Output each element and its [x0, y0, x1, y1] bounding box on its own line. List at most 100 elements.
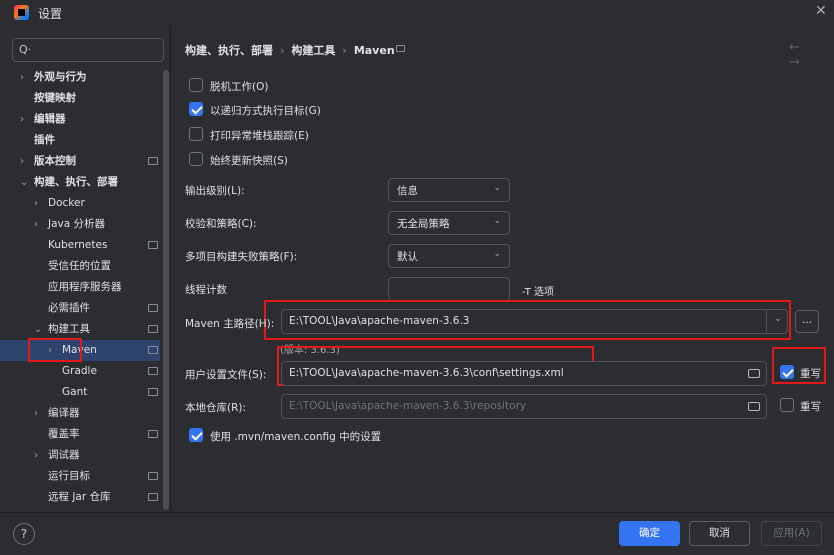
chevron-down-icon: ⌄ — [493, 183, 501, 193]
sidebar-item[interactable]: › Java 分析器 — [0, 214, 160, 235]
sidebar-item[interactable]: 按键映射 — [0, 88, 160, 109]
sidebar-item-label: 按键映射 — [34, 92, 76, 104]
sidebar-item-label: 编辑器 — [34, 113, 66, 125]
sidebar-item-label: 运行目标 — [48, 470, 90, 482]
sidebar-scrollbar[interactable] — [163, 70, 169, 510]
sidebar-item-label: 覆盖率 — [48, 428, 80, 440]
chevron-right-icon[interactable]: › — [20, 109, 24, 130]
local-repo-value: E:\TOOL\Java\apache-maven-3.6.3\reposito… — [289, 400, 527, 412]
search-input[interactable]: Q· — [12, 38, 164, 62]
offline-checkbox[interactable] — [189, 78, 203, 92]
maven-home-combobox[interactable]: E:\TOOL\Java\apache-maven-3.6.3 ⌄ — [281, 309, 788, 334]
breadcrumb-separator: › — [280, 44, 285, 57]
sidebar-item[interactable]: 运行目标 — [0, 466, 160, 487]
chevron-down-icon[interactable]: ⌄ — [774, 314, 782, 324]
sidebar-item[interactable]: 远程 Jar 仓库 — [0, 487, 160, 508]
ok-button[interactable]: 确定 — [619, 521, 680, 546]
sidebar-item[interactable]: Kubernetes — [0, 235, 160, 256]
stacktrace-checkbox[interactable] — [189, 127, 203, 141]
sidebar-item[interactable]: Gradle — [0, 361, 160, 382]
project-scope-icon — [148, 388, 158, 396]
sidebar-item-label: 构建、执行、部署 — [34, 176, 118, 188]
sidebar-item-label: Gant — [62, 386, 88, 398]
sidebar-item-label: 远程 Jar 仓库 — [48, 491, 111, 503]
sidebar-item[interactable]: › Docker — [0, 193, 160, 214]
thread-count-input[interactable] — [388, 277, 510, 301]
project-scope-icon — [148, 430, 158, 438]
sidebar-item[interactable]: › 版本控制 — [0, 151, 160, 172]
chevron-right-icon[interactable]: › — [34, 445, 38, 466]
sidebar-item[interactable]: ⌄ 构建工具 — [0, 319, 160, 340]
title-bar: 设置 ✕ — [0, 0, 834, 26]
failure-policy-dropdown[interactable]: 默认 ⌄ — [388, 244, 510, 268]
stacktrace-label: 打印异常堆栈跟踪(E) — [210, 130, 309, 142]
checksum-dropdown[interactable]: 无全局策略 ⌄ — [388, 211, 510, 235]
sidebar-item-label: 应用程序服务器 — [48, 281, 122, 293]
user-settings-override-label: 重写 — [800, 368, 821, 380]
output-level-value: 信息 — [397, 185, 418, 197]
sidebar-item[interactable]: › 外观与行为 — [0, 67, 160, 88]
chevron-down-icon[interactable]: ⌄ — [34, 319, 42, 340]
sidebar-item-label: Kubernetes — [48, 239, 108, 251]
breadcrumb: 构建、执行、部署 › 构建工具 › Maven — [185, 42, 395, 58]
chevron-down-icon[interactable]: ⌄ — [20, 172, 28, 193]
chevron-right-icon[interactable]: › — [20, 151, 24, 172]
recursive-label: 以递归方式执行目标(G) — [210, 105, 321, 117]
sidebar-item[interactable]: 必需插件 — [0, 298, 160, 319]
chevron-right-icon[interactable]: › — [20, 67, 24, 88]
use-maven-config-checkbox[interactable] — [189, 428, 203, 442]
chevron-right-icon[interactable]: › — [34, 403, 38, 424]
breadcrumb-separator: › — [342, 44, 347, 57]
chevron-right-icon[interactable]: › — [34, 214, 38, 235]
browse-maven-home-button[interactable]: ... — [795, 310, 819, 333]
local-repo-input[interactable]: E:\TOOL\Java\apache-maven-3.6.3\reposito… — [281, 394, 767, 419]
failure-policy-label: 多项目构建失败策略(F): — [185, 251, 298, 263]
project-scope-icon — [148, 304, 158, 312]
checksum-label: 校验和策略(C): — [185, 218, 257, 230]
sidebar-item[interactable]: 插件 — [0, 130, 160, 151]
project-scope-icon — [148, 472, 158, 480]
sidebar-item[interactable]: 应用程序服务器 — [0, 277, 160, 298]
nav-back-forward-icon[interactable]: ← → — [789, 40, 834, 70]
breadcrumb-item[interactable]: 构建工具 — [291, 44, 335, 57]
user-settings-input[interactable]: E:\TOOL\Java\apache-maven-3.6.3\conf\set… — [281, 361, 767, 386]
footer-divider — [0, 512, 834, 513]
thread-count-hint: -T 选项 — [522, 287, 554, 298]
project-scope-icon — [396, 45, 405, 52]
sidebar-item[interactable]: 受信任的位置 — [0, 256, 160, 277]
local-repo-override-checkbox[interactable] — [780, 398, 794, 412]
user-settings-label: 用户设置文件(S): — [185, 369, 267, 381]
sidebar-item-label: Docker — [48, 197, 85, 209]
output-level-label: 输出级别(L): — [185, 185, 245, 197]
chevron-down-icon: ⌄ — [493, 216, 501, 226]
chevron-right-icon[interactable]: › — [34, 193, 38, 214]
breadcrumb-item[interactable]: 构建、执行、部署 — [185, 44, 273, 57]
sidebar-item-label: 必需插件 — [48, 302, 90, 314]
cancel-button[interactable]: 取消 — [689, 521, 750, 546]
apply-button[interactable]: 应用(A) — [761, 521, 822, 546]
sidebar-item[interactable]: › 编译器 — [0, 403, 160, 424]
folder-icon[interactable] — [748, 402, 760, 411]
sidebar-item-label: Java 分析器 — [48, 218, 106, 230]
offline-label: 脱机工作(O) — [210, 81, 269, 93]
project-scope-icon — [148, 346, 158, 354]
sidebar-item[interactable]: ⌄ 构建、执行、部署 — [0, 172, 160, 193]
recursive-checkbox[interactable] — [189, 102, 203, 116]
sidebar-item[interactable]: Gant — [0, 382, 160, 403]
help-button[interactable]: ? — [13, 523, 35, 545]
output-level-dropdown[interactable]: 信息 ⌄ — [388, 178, 510, 202]
search-icon: Q· — [19, 43, 32, 56]
sidebar-item[interactable]: › 调试器 — [0, 445, 160, 466]
project-scope-icon — [148, 325, 158, 333]
sidebar-item-label: 构建工具 — [48, 323, 90, 335]
sidebar-item[interactable]: › 编辑器 — [0, 109, 160, 130]
maven-item-highlight — [28, 338, 82, 362]
window-title: 设置 — [38, 7, 63, 21]
breadcrumb-item: Maven — [353, 44, 395, 57]
sidebar-item-label: 版本控制 — [34, 155, 76, 167]
folder-icon[interactable] — [748, 369, 760, 378]
close-icon[interactable]: ✕ — [815, 3, 827, 19]
sidebar-item[interactable]: 覆盖率 — [0, 424, 160, 445]
user-settings-override-checkbox[interactable] — [780, 365, 794, 379]
update-snapshots-checkbox[interactable] — [189, 152, 203, 166]
